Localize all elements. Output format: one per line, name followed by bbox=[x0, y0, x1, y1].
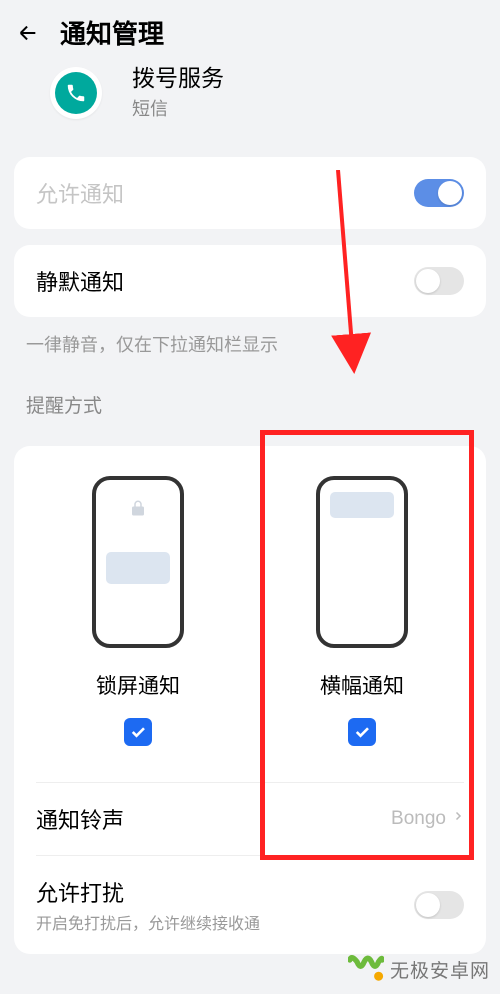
watermark: 无极安卓网 bbox=[348, 952, 490, 986]
silent-row[interactable]: 静默通知 bbox=[14, 245, 486, 317]
silent-toggle[interactable] bbox=[414, 267, 464, 295]
lock-icon bbox=[129, 498, 147, 523]
dnd-toggle[interactable] bbox=[414, 891, 464, 919]
dnd-sub: 开启免打扰后，允许继续接收通 bbox=[36, 910, 260, 934]
app-sub: 短信 bbox=[132, 95, 224, 121]
app-icon bbox=[50, 67, 102, 119]
chevron-right-icon bbox=[452, 808, 464, 830]
phone-icon bbox=[55, 72, 97, 114]
back-button[interactable] bbox=[14, 19, 42, 47]
lock-preview bbox=[92, 476, 184, 648]
banner-notification-option[interactable]: 横幅通知 bbox=[250, 476, 474, 746]
lock-notification-option[interactable]: 锁屏通知 bbox=[26, 476, 250, 746]
banner-option-label: 横幅通知 bbox=[320, 670, 404, 700]
allow-label: 允许通知 bbox=[36, 177, 124, 209]
silent-label: 静默通知 bbox=[36, 265, 124, 297]
app-name: 拨号服务 bbox=[132, 65, 224, 93]
banner-preview bbox=[316, 476, 408, 648]
page-title: 通知管理 bbox=[60, 14, 164, 51]
alert-section-title: 提醒方式 bbox=[0, 365, 500, 430]
app-header: 拨号服务 短信 bbox=[0, 65, 500, 141]
dnd-row[interactable]: 允许打扰 开启免打扰后，允许继续接收通 bbox=[14, 856, 486, 954]
lock-checkbox[interactable] bbox=[124, 718, 152, 746]
ringtone-value: Bongo bbox=[391, 808, 446, 830]
banner-checkbox[interactable] bbox=[348, 718, 376, 746]
dnd-label: 允许打扰 bbox=[36, 876, 260, 908]
allow-notifications-row[interactable]: 允许通知 bbox=[14, 157, 486, 229]
ringtone-label: 通知铃声 bbox=[36, 803, 124, 835]
silent-hint: 一律静音，仅在下拉通知栏显示 bbox=[0, 317, 500, 365]
allow-toggle[interactable] bbox=[414, 179, 464, 207]
lock-option-label: 锁屏通知 bbox=[96, 670, 180, 700]
ringtone-row[interactable]: 通知铃声 Bongo bbox=[14, 783, 486, 855]
